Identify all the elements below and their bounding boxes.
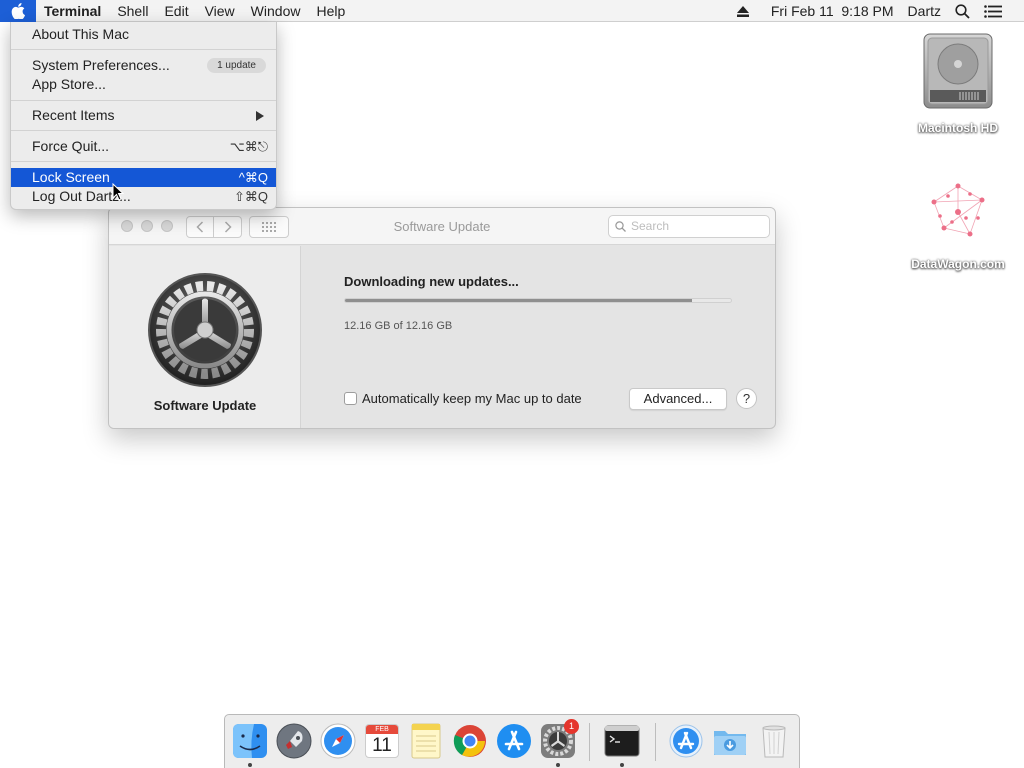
hard-drive-icon — [923, 33, 993, 109]
desktop-icon-macintosh-hd[interactable]: Macintosh HD — [898, 30, 1018, 135]
running-indicator — [556, 763, 560, 767]
eject-icon[interactable] — [736, 5, 749, 17]
menu-window[interactable]: Window — [243, 0, 309, 22]
menu-view[interactable]: View — [197, 0, 243, 22]
advanced-button[interactable]: Advanced... — [629, 388, 727, 410]
menu-clock[interactable]: Fri Feb 11 9:18 PM — [771, 3, 894, 19]
download-size-text: 12.16 GB of 12.16 GB — [344, 320, 453, 332]
running-indicator — [620, 763, 624, 767]
menu-item-log-out[interactable]: Log Out Dartz... ⇧⌘Q — [11, 187, 276, 206]
download-status-title: Downloading new updates... — [344, 274, 519, 289]
apple-logo-icon — [11, 2, 25, 19]
menu-item-force-quit[interactable]: Force Quit... ⌥⌘⎋ — [11, 137, 276, 156]
calendar-month: FEB — [366, 725, 398, 734]
log-out-shortcut: ⇧⌘Q — [233, 189, 268, 204]
menu-app-name[interactable]: Terminal — [36, 0, 109, 22]
menu-bar: Terminal Shell Edit View Window Help Fri… — [0, 0, 1024, 22]
calendar-icon[interactable]: FEB 11 — [364, 723, 400, 759]
lock-screen-shortcut: ^⌘Q — [238, 170, 268, 185]
force-quit-shortcut: ⌥⌘⎋ — [229, 139, 268, 154]
desktop-icon-label: Macintosh HD — [917, 121, 998, 135]
menu-user[interactable]: Dartz — [908, 3, 941, 19]
window-titlebar[interactable]: Software Update Search — [109, 208, 775, 245]
terminal-icon[interactable] — [604, 723, 640, 759]
menu-item-app-store[interactable]: App Store... — [11, 75, 276, 94]
download-progress-fill — [345, 299, 693, 302]
update-main-panel: Downloading new updates... 12.16 GB of 1… — [302, 246, 775, 428]
notification-badge: 1 — [564, 719, 579, 734]
menu-help[interactable]: Help — [308, 0, 353, 22]
update-badge: 1 update — [207, 58, 266, 73]
datawagon-logo-icon — [931, 183, 985, 237]
spotlight-search-icon[interactable] — [955, 3, 970, 19]
menu-item-lock-screen[interactable]: Lock Screen ^⌘Q — [11, 168, 276, 187]
menu-separator — [11, 49, 276, 50]
downloads-folder-icon[interactable] — [712, 723, 748, 759]
force-quit-label: Force Quit... — [32, 138, 110, 154]
menu-item-about-this-mac[interactable]: About This Mac — [11, 25, 276, 44]
menu-shell[interactable]: Shell — [109, 0, 156, 22]
download-progress-bar — [344, 298, 732, 303]
search-placeholder: Search — [631, 219, 670, 233]
search-icon — [615, 221, 626, 232]
sidebar-title: Software Update — [153, 398, 257, 413]
menu-separator — [11, 161, 276, 162]
running-indicator — [248, 763, 252, 767]
apple-menu-button[interactable] — [0, 0, 36, 22]
software-update-window: Software Update Search Software Update D… — [108, 207, 776, 429]
desktop-icon-datawagon[interactable]: DataWagon.com — [898, 172, 1018, 271]
menu-item-recent-items[interactable]: Recent Items — [11, 106, 276, 125]
search-field[interactable]: Search — [608, 215, 770, 238]
chrome-icon[interactable] — [452, 723, 488, 759]
launchpad-icon[interactable] — [276, 723, 312, 759]
desktop-icon-label: DataWagon.com — [911, 257, 1005, 271]
recent-items-label: Recent Items — [32, 107, 115, 123]
software-update-gear-icon — [148, 273, 262, 387]
dock-separator — [655, 723, 656, 761]
submenu-arrow-icon — [256, 111, 264, 121]
help-button[interactable]: ? — [736, 388, 757, 409]
app-store-label: App Store... — [32, 76, 106, 92]
menu-separator — [11, 100, 276, 101]
menu-bar-extras: Fri Feb 11 9:18 PM Dartz — [736, 0, 1024, 22]
menu-item-system-preferences[interactable]: System Preferences... 1 update — [11, 56, 276, 75]
notification-center-icon[interactable] — [984, 4, 1002, 18]
mouse-cursor-icon — [112, 183, 124, 201]
menu-edit[interactable]: Edit — [156, 0, 196, 22]
finder-icon[interactable] — [232, 723, 268, 759]
auto-update-label[interactable]: Automatically keep my Mac up to date — [362, 391, 582, 406]
auto-update-checkbox[interactable] — [344, 392, 357, 405]
dock-separator — [589, 723, 590, 761]
safari-icon[interactable] — [320, 723, 356, 759]
sidebar-panel: Software Update — [109, 246, 301, 428]
calendar-day: 11 — [372, 735, 392, 756]
about-label: About This Mac — [32, 26, 130, 42]
lock-screen-label: Lock Screen — [32, 169, 110, 185]
dock: FEB 11 1 — [224, 714, 800, 768]
app-store-icon[interactable] — [496, 723, 532, 759]
menu-separator — [11, 130, 276, 131]
system-preferences-label: System Preferences... — [32, 57, 170, 73]
applications-folder-icon[interactable] — [668, 723, 704, 759]
trash-icon[interactable] — [756, 723, 792, 759]
notes-icon[interactable] — [408, 723, 444, 759]
apple-dropdown-menu: About This Mac System Preferences... 1 u… — [10, 22, 277, 210]
